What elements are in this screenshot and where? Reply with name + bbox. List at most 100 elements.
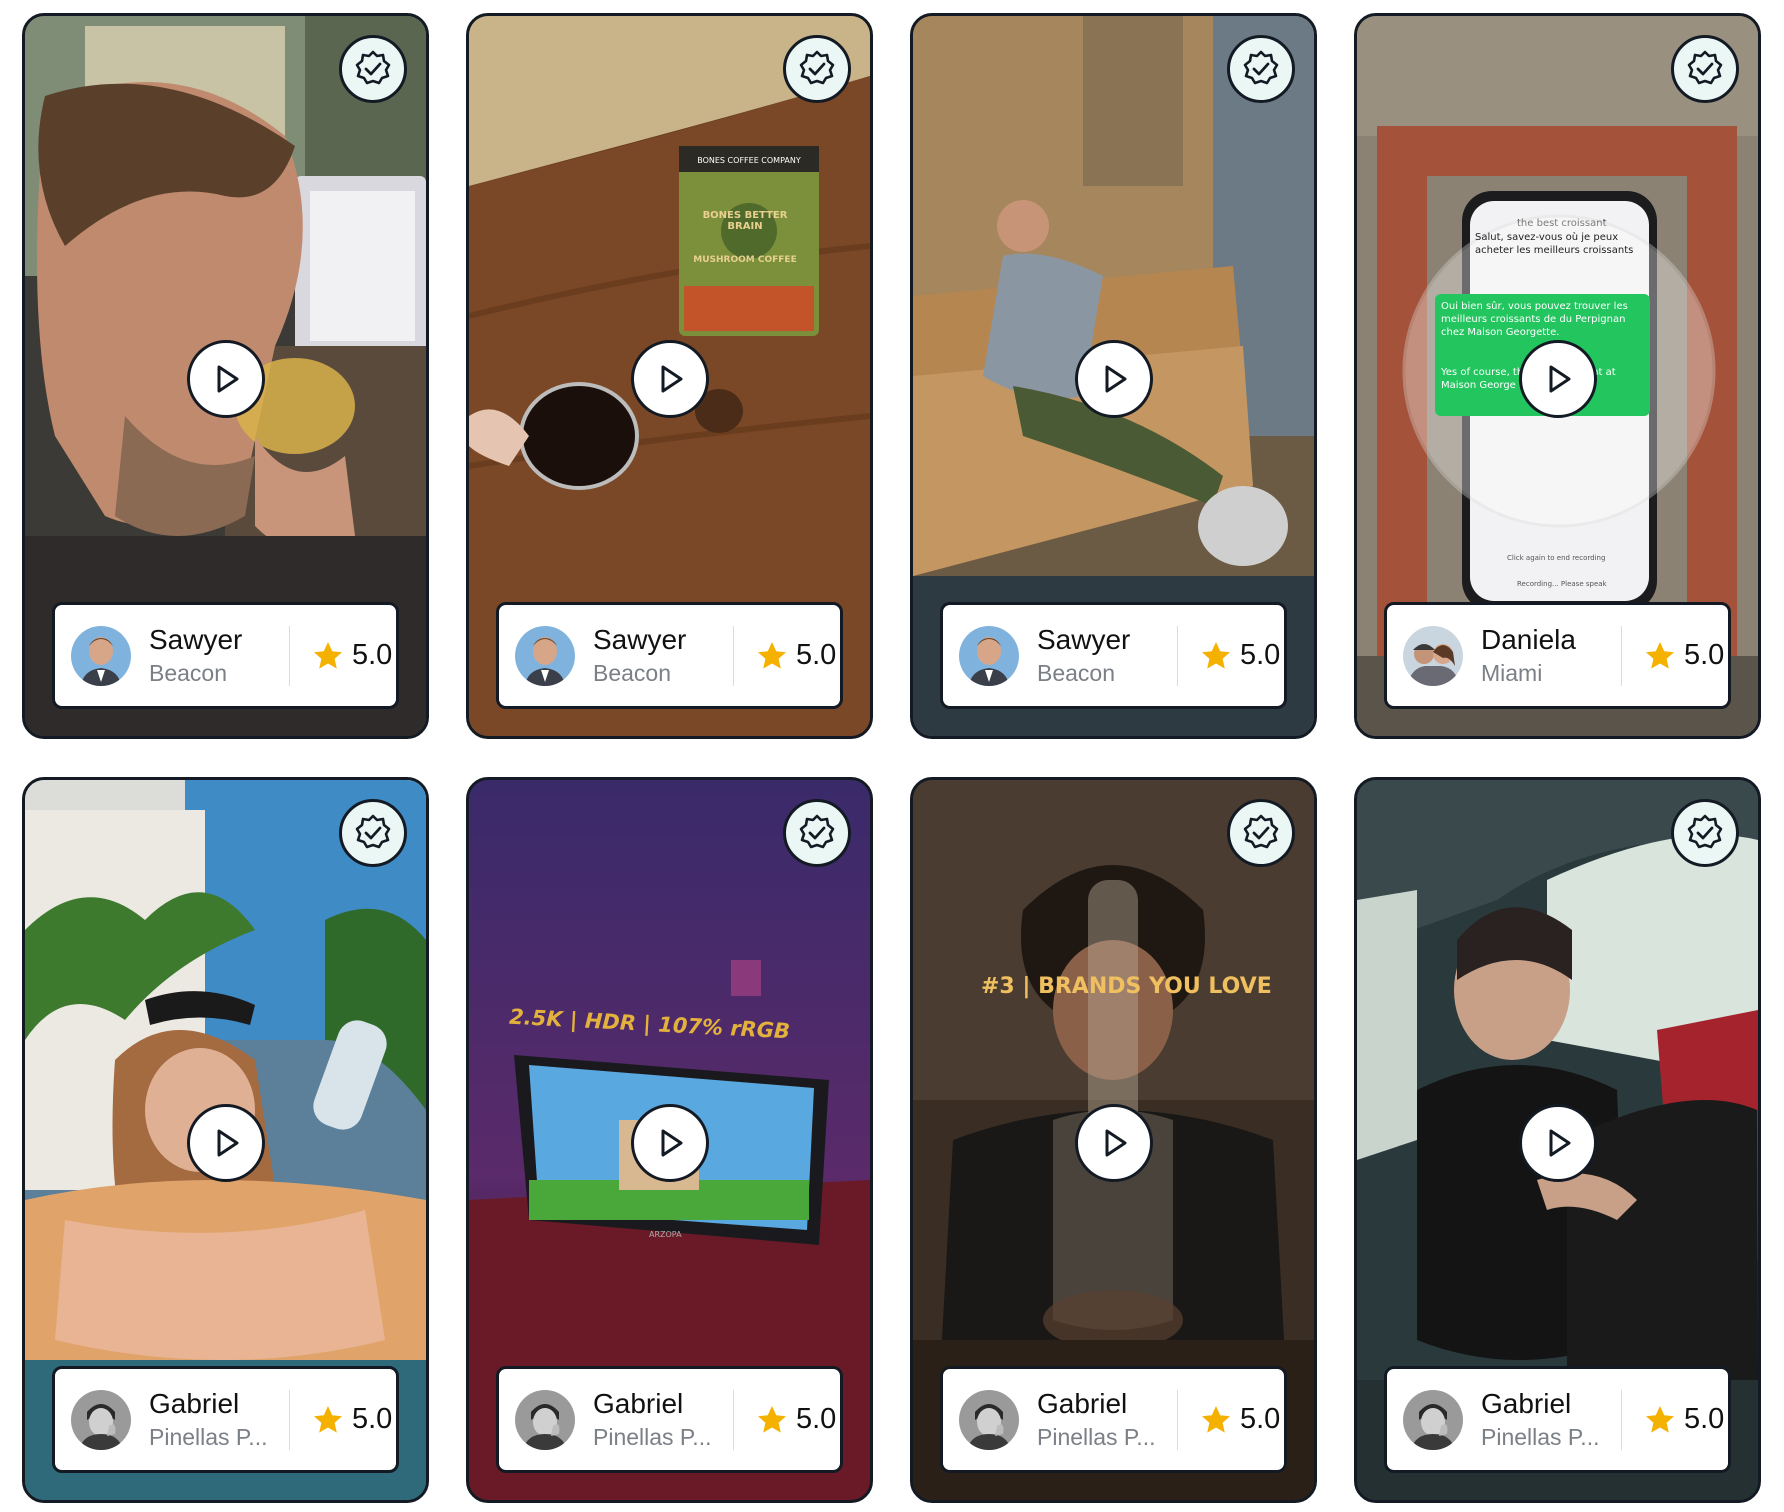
play-button[interactable] <box>186 340 265 418</box>
man-suit-avatar <box>71 625 131 686</box>
star-icon <box>758 641 786 669</box>
verified-badge-icon <box>783 35 851 103</box>
rating: 5.0 <box>756 639 836 672</box>
video-card[interactable]: Gabriel Pinellas P... 5.0 <box>1354 777 1761 1503</box>
video-card[interactable]: BONES COFFEE COMPANY Sawyer Beacon 5.0 <box>466 13 873 739</box>
reviewer-info-card: Sawyer Beacon 5.0 <box>940 602 1287 709</box>
reviewer-location: Miami <box>1481 659 1543 686</box>
reviewer-location: Beacon <box>593 659 672 686</box>
rating: 5.0 <box>1644 1403 1724 1436</box>
video-card[interactable]: the best croissant Salut, savez-vous où … <box>1354 13 1761 739</box>
phone-footer-2: Recording... Please speak <box>1517 580 1607 588</box>
video-card[interactable]: Sawyer Beacon 5.0 <box>22 13 429 739</box>
reviewer-info-card: Gabriel Pinellas P... 5.0 <box>496 1366 843 1473</box>
rating: 5.0 <box>1200 639 1280 672</box>
video-card[interactable]: 2.5K | HDR | 107% rRGB ARZOPA Gabriel Pi… <box>466 777 873 1503</box>
play-icon <box>1549 365 1570 393</box>
star-icon <box>314 1405 342 1433</box>
man-suit-avatar <box>515 625 575 686</box>
divider <box>1177 625 1178 686</box>
play-button[interactable] <box>1518 340 1597 418</box>
reviewer-location: Pinellas P... <box>1037 1423 1156 1450</box>
reviewer-name: Daniela <box>1481 623 1576 655</box>
video-card[interactable]: Sawyer Beacon 5.0 <box>910 13 1317 739</box>
coffee-bag-title: BONES BETTER BRAIN <box>702 210 788 232</box>
reviewer-location: Pinellas P... <box>149 1423 268 1450</box>
play-icon <box>1105 1129 1126 1157</box>
star-icon <box>1202 641 1230 669</box>
play-icon <box>661 1129 682 1157</box>
rating: 5.0 <box>312 639 392 672</box>
man-bw-avatar <box>71 1389 131 1450</box>
play-button[interactable] <box>1074 1104 1153 1182</box>
divider <box>289 1389 290 1450</box>
man-bw-avatar <box>1403 1389 1463 1450</box>
brands-overlay-text: #3 | BRANDS YOU LOVE <box>981 974 1272 999</box>
star-icon <box>758 1405 786 1433</box>
rating: 5.0 <box>1200 1403 1280 1436</box>
rating-value: 5.0 <box>1684 1403 1725 1435</box>
reviewer-location: Pinellas P... <box>1481 1423 1600 1450</box>
divider <box>1621 1389 1622 1450</box>
star-icon <box>1646 1405 1674 1433</box>
verified-badge-icon <box>1227 799 1295 867</box>
divider <box>289 625 290 686</box>
play-icon <box>1105 365 1126 393</box>
verified-badge-icon <box>339 799 407 867</box>
reviewer-name: Gabriel <box>1481 1387 1572 1419</box>
testimonial-video-grid: Sawyer Beacon 5.0 BONES COFFEE COMPANY S… <box>0 0 1784 1512</box>
play-button[interactable] <box>630 340 709 418</box>
reviewer-location: Beacon <box>1037 659 1116 686</box>
coffee-bag-brand-text: BONES COFFEE COMPANY <box>697 156 801 165</box>
phone-message-1: Salut, savez-vous où je peux acheter les… <box>1475 232 1634 256</box>
man-bw-avatar <box>959 1389 1019 1450</box>
divider <box>1177 1389 1178 1450</box>
play-button[interactable] <box>1518 1104 1597 1182</box>
man-bw-avatar <box>515 1389 575 1450</box>
reviewer-name: Gabriel <box>593 1387 684 1419</box>
play-button[interactable] <box>186 1104 265 1182</box>
rating: 5.0 <box>756 1403 836 1436</box>
reviewer-name: Gabriel <box>1037 1387 1128 1419</box>
verified-badge-icon <box>339 35 407 103</box>
rating-value: 5.0 <box>796 1403 837 1435</box>
star-icon <box>1202 1405 1230 1433</box>
play-button[interactable] <box>1074 340 1153 418</box>
verified-badge-icon <box>1227 35 1295 103</box>
reviewer-name: Gabriel <box>149 1387 240 1419</box>
verified-badge-icon <box>1671 35 1739 103</box>
play-icon <box>661 365 682 393</box>
reviewer-name: Sawyer <box>593 623 687 655</box>
reviewer-info-card: Gabriel Pinellas P... 5.0 <box>52 1366 399 1473</box>
rating-value: 5.0 <box>352 1403 393 1435</box>
reviewer-info-card: Gabriel Pinellas P... 5.0 <box>940 1366 1287 1473</box>
play-icon <box>1549 1129 1570 1157</box>
phone-message-2: Oui bien sûr, vous pouvez trouver les me… <box>1441 301 1628 338</box>
couple-avatar <box>1403 625 1463 686</box>
reviewer-info-card: Sawyer Beacon 5.0 <box>52 602 399 709</box>
star-icon <box>1646 641 1674 669</box>
monitor-brand-text: ARZOPA <box>649 1230 682 1239</box>
coffee-bag-subtitle: MUSHROOM COFFEE <box>693 255 797 265</box>
reviewer-name: Sawyer <box>149 623 243 655</box>
reviewer-location: Beacon <box>149 659 228 686</box>
play-icon <box>217 1129 238 1157</box>
reviewer-info-card: Sawyer Beacon 5.0 <box>496 602 843 709</box>
star-icon <box>314 641 342 669</box>
reviewer-location: Pinellas P... <box>593 1423 712 1450</box>
reviewer-info-card: Daniela Miami 5.0 <box>1384 602 1731 709</box>
rating-value: 5.0 <box>1240 639 1281 671</box>
man-suit-avatar <box>959 625 1019 686</box>
rating: 5.0 <box>312 1403 392 1436</box>
video-card[interactable]: Gabriel Pinellas P... 5.0 <box>22 777 429 1503</box>
reviewer-info-card: Gabriel Pinellas P... 5.0 <box>1384 1366 1731 1473</box>
rating-value: 5.0 <box>1684 639 1725 671</box>
rating: 5.0 <box>1644 639 1724 672</box>
divider <box>1621 625 1622 686</box>
play-button[interactable] <box>630 1104 709 1182</box>
rating-value: 5.0 <box>352 639 393 671</box>
video-card[interactable]: #3 | BRANDS YOU LOVE Gabriel Pinellas P.… <box>910 777 1317 1503</box>
divider <box>733 625 734 686</box>
verified-badge-icon <box>783 799 851 867</box>
phone-footer-1: Click again to end recording <box>1507 554 1606 562</box>
